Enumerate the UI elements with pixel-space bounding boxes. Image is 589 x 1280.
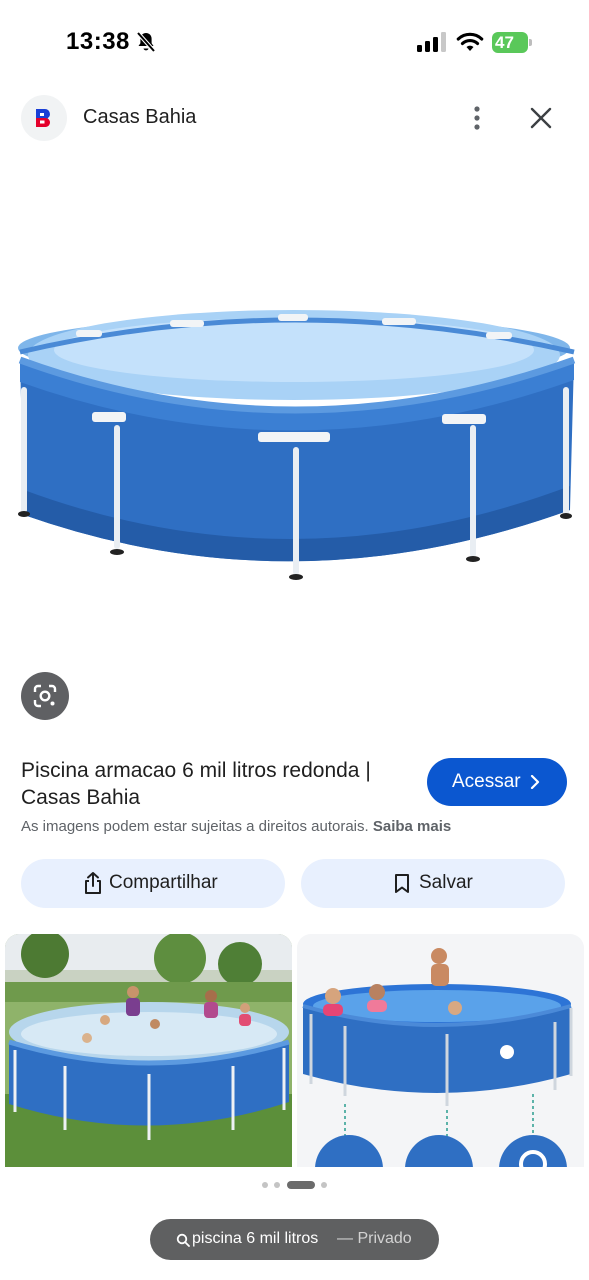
close-icon[interactable] xyxy=(527,104,555,132)
learn-more-link[interactable]: Saiba mais xyxy=(373,818,451,835)
copyright-text: As imagens podem estar sujeitas a direit… xyxy=(21,818,369,835)
visit-button[interactable]: Acessar xyxy=(427,758,567,806)
lens-icon xyxy=(33,684,57,708)
site-name[interactable]: Casas Bahia xyxy=(83,106,196,129)
carousel-dot-active xyxy=(287,1181,315,1189)
chevron-right-icon xyxy=(530,775,540,789)
copyright-notice: As imagens podem estar sujeitas a direit… xyxy=(21,818,451,835)
search-bar[interactable]: piscina 6 mil litros — Privado xyxy=(150,1219,439,1260)
main-pool-image[interactable] xyxy=(0,290,589,600)
carousel-dot xyxy=(321,1182,327,1188)
save-button[interactable]: Salvar xyxy=(301,859,565,908)
more-vert-icon[interactable] xyxy=(466,104,488,132)
carousel-dot xyxy=(274,1182,280,1188)
related-image[interactable] xyxy=(297,934,584,1167)
carousel-dot xyxy=(262,1182,268,1188)
share-button[interactable]: Compartilhar xyxy=(21,859,285,908)
visit-label: Acessar xyxy=(452,771,521,792)
search-query: piscina 6 mil litros xyxy=(192,1230,319,1247)
result-title: Piscina armacao 6 mil litros redonda | C… xyxy=(21,759,371,809)
signal-icon xyxy=(417,32,446,52)
save-label: Salvar xyxy=(419,872,473,893)
share-icon xyxy=(85,872,101,894)
viewer-header: Casas Bahia xyxy=(0,92,589,144)
bookmark-icon xyxy=(395,874,409,893)
status-time: 13:38 xyxy=(66,28,130,55)
pool-product-image xyxy=(297,934,584,1167)
wifi-icon xyxy=(456,32,484,51)
bell-slash-icon xyxy=(136,31,156,53)
search-icon xyxy=(176,1233,190,1247)
battery-icon: 47 xyxy=(492,32,532,53)
casas-bahia-logo xyxy=(36,109,50,127)
private-mode-label: — Privado xyxy=(337,1230,412,1247)
pool-with-people-image xyxy=(5,934,292,1167)
status-bar: 13:38 47 xyxy=(0,0,589,88)
site-logo[interactable] xyxy=(21,95,67,141)
related-image[interactable] xyxy=(5,934,292,1167)
share-label: Compartilhar xyxy=(109,872,218,893)
lens-button[interactable] xyxy=(21,672,69,720)
carousel-dots xyxy=(262,1181,332,1189)
battery-level: 47 xyxy=(495,33,514,52)
